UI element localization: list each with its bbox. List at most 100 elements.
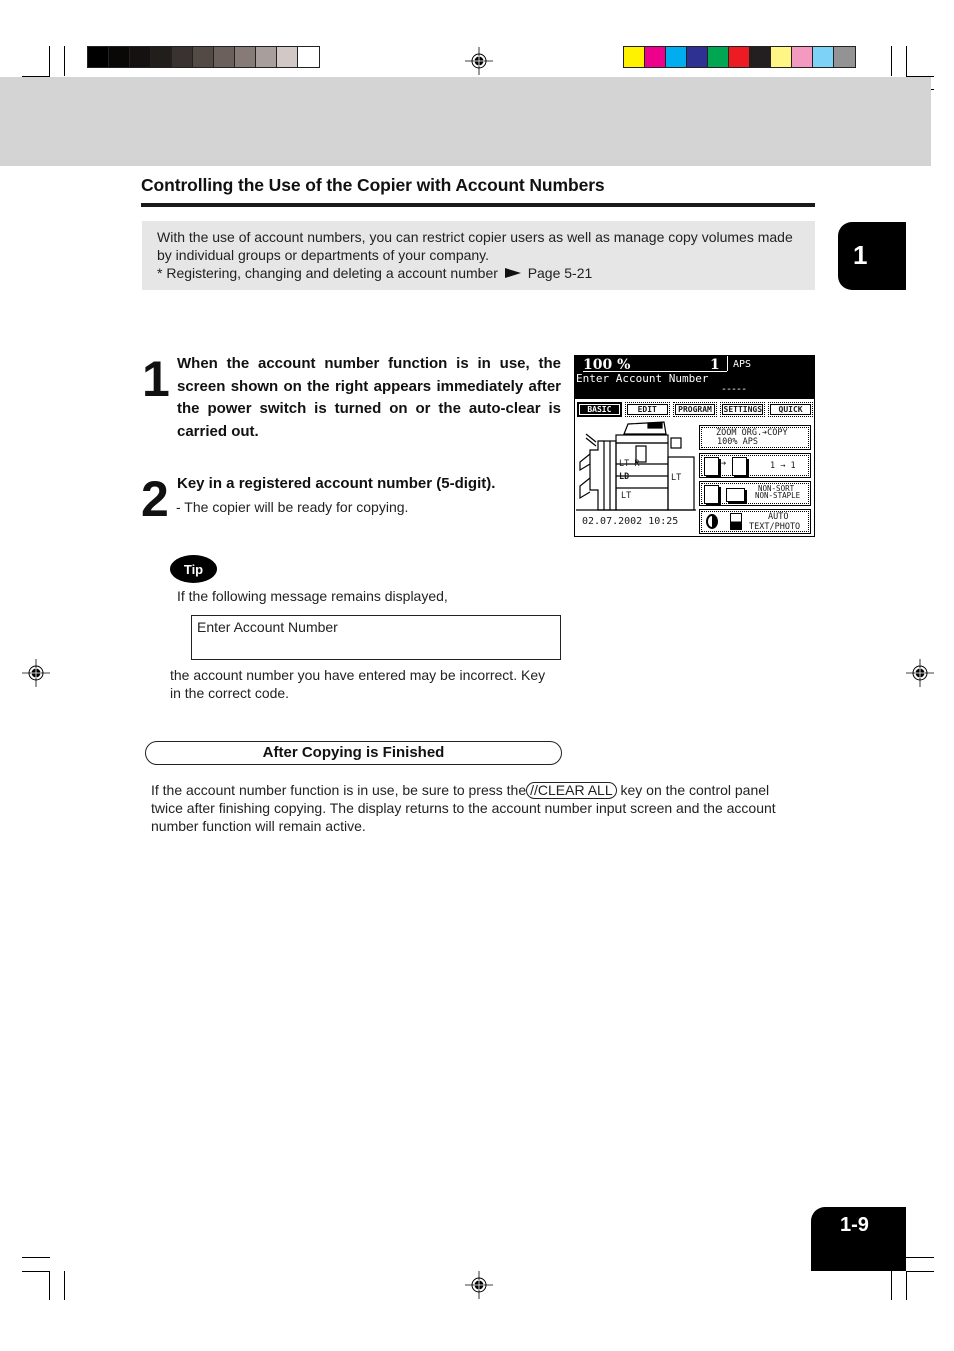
crop-mark xyxy=(891,1271,892,1300)
lcd-tray-label: LT-R xyxy=(619,459,640,469)
header-band xyxy=(0,77,931,166)
after-copying-text: If the account number function is in use… xyxy=(151,781,821,835)
crop-mark xyxy=(22,1271,50,1272)
step-number: 1 xyxy=(142,351,170,407)
density-icon xyxy=(706,514,718,529)
reference-page-link[interactable]: Page 5-21 xyxy=(528,265,593,281)
chapter-tab: 1 xyxy=(838,222,906,290)
crop-mark xyxy=(49,1271,50,1300)
lcd-tab-program[interactable]: PROGRAM xyxy=(672,402,718,417)
lcd-tab-settings[interactable]: SETTINGS xyxy=(720,402,766,417)
color-swatch xyxy=(130,47,151,67)
color-swatch xyxy=(172,47,193,67)
crop-mark xyxy=(906,1271,934,1272)
document-icon xyxy=(704,457,719,476)
registration-mark-icon xyxy=(465,1271,493,1299)
color-swatch xyxy=(235,47,256,67)
section-title: Controlling the Use of the Copier with A… xyxy=(141,175,605,195)
intro-line: With the use of account numbers, you can… xyxy=(157,229,793,245)
registration-mark-icon xyxy=(906,659,934,687)
intro-box: With the use of account numbers, you can… xyxy=(142,221,815,290)
pointer-arrow-icon xyxy=(504,268,521,279)
lcd-datetime: 02.07.2002 10:25 xyxy=(582,516,679,527)
reference-line: * Registering, changing and deleting a a… xyxy=(157,264,815,282)
color-swatch xyxy=(771,47,792,67)
title-rule xyxy=(141,203,815,207)
lcd-tray-label: LD xyxy=(619,472,630,482)
color-swatch xyxy=(708,47,729,67)
intro-line: by individual groups or departments of y… xyxy=(157,247,490,263)
lcd-button-line: 1 → 1 xyxy=(770,461,796,471)
color-swatch xyxy=(277,47,298,67)
step-text: When the account number function is in u… xyxy=(177,355,561,440)
color-swatch xyxy=(834,47,855,67)
staple-icon xyxy=(726,488,745,502)
text-photo-icon xyxy=(730,513,742,530)
lcd-paper-mode: APS xyxy=(727,356,751,371)
color-swatch xyxy=(624,47,645,67)
crop-mark xyxy=(891,46,892,76)
lcd-button-line: TEXT/PHOTO xyxy=(749,522,801,532)
message-example-box: Enter Account Number xyxy=(191,615,561,660)
color-bar xyxy=(623,46,856,68)
body-text-span: key on the control panel xyxy=(620,782,770,798)
crop-mark xyxy=(906,1271,907,1300)
color-swatch xyxy=(109,47,130,67)
lcd-tray-label: LT xyxy=(621,491,632,501)
sort-icon xyxy=(704,485,719,504)
body-line: If the account number function is in use… xyxy=(151,781,821,799)
color-swatch xyxy=(666,47,687,67)
tip-text-line: in the correct code. xyxy=(170,685,290,701)
color-swatch xyxy=(687,47,708,67)
lcd-tab-basic[interactable]: BASIC xyxy=(577,402,622,417)
reference-text: * Registering, changing and deleting a a… xyxy=(157,265,498,281)
lcd-button-line: NON-STAPLE xyxy=(755,491,801,500)
crop-mark xyxy=(22,1257,50,1258)
color-swatch xyxy=(645,47,666,67)
lcd-zoom-button[interactable]: ZOOM ORG.➔COPY 100% APS xyxy=(699,425,811,450)
tip-text: If the following message remains display… xyxy=(177,588,448,604)
subsection-heading: After Copying is Finished xyxy=(145,741,562,765)
step-number: 2 xyxy=(141,471,169,527)
tip-text-line: the account number you have entered may … xyxy=(170,667,546,683)
color-swatch xyxy=(750,47,771,67)
lcd-tab-quick[interactable]: QUICK xyxy=(768,402,813,417)
crop-mark xyxy=(64,46,65,76)
lcd-duplex-button[interactable]: ➔ 1 → 1 xyxy=(699,453,811,478)
color-swatch xyxy=(813,47,834,67)
lcd-tab-bar: BASIC EDIT PROGRAM SETTINGS QUICK xyxy=(577,402,813,417)
color-swatch xyxy=(193,47,214,67)
crop-mark xyxy=(64,1271,65,1300)
tip-text: the account number you have entered may … xyxy=(170,666,545,702)
lcd-message: Enter Account Number xyxy=(576,372,709,385)
lcd-screen: 100 % 1 APS Enter Account Number ----- B… xyxy=(574,355,815,537)
crop-mark xyxy=(906,1257,934,1258)
crop-mark xyxy=(49,46,50,76)
body-text-span: If the account number function is in use… xyxy=(151,782,527,798)
body-line: number function will remain active. xyxy=(151,818,366,834)
lcd-button-line: 100% APS xyxy=(717,437,758,447)
tip-badge: Tip xyxy=(170,555,217,583)
lcd-button-line: AUTO xyxy=(768,512,789,522)
lcd-bypass-label: LT xyxy=(671,473,682,483)
document-icon xyxy=(732,457,747,476)
lcd-finishing-button[interactable]: NON-SORT NON-STAPLE xyxy=(699,481,811,506)
step-text: Key in a registered account number (5-di… xyxy=(177,475,496,492)
color-swatch xyxy=(151,47,172,67)
page-number: 1-9 xyxy=(811,1207,906,1271)
lcd-density-button[interactable]: AUTO TEXT/PHOTO xyxy=(699,509,811,534)
grayscale-bar xyxy=(87,46,320,68)
lcd-tab-edit[interactable]: EDIT xyxy=(624,402,670,417)
registration-mark-icon xyxy=(465,47,493,75)
arrow-right-icon: ➔ xyxy=(721,459,727,469)
lcd-status-area: 100 % 1 APS Enter Account Number ----- xyxy=(575,356,814,399)
color-swatch xyxy=(298,47,319,67)
color-swatch xyxy=(256,47,277,67)
color-swatch xyxy=(729,47,750,67)
body-line: twice after finishing copying. The displ… xyxy=(151,800,776,816)
color-swatch xyxy=(88,47,109,67)
crop-mark xyxy=(906,46,907,76)
registration-mark-icon xyxy=(22,659,50,687)
step-subtext: - The copier will be ready for copying. xyxy=(176,499,409,515)
lcd-input-mask: ----- xyxy=(721,384,747,395)
